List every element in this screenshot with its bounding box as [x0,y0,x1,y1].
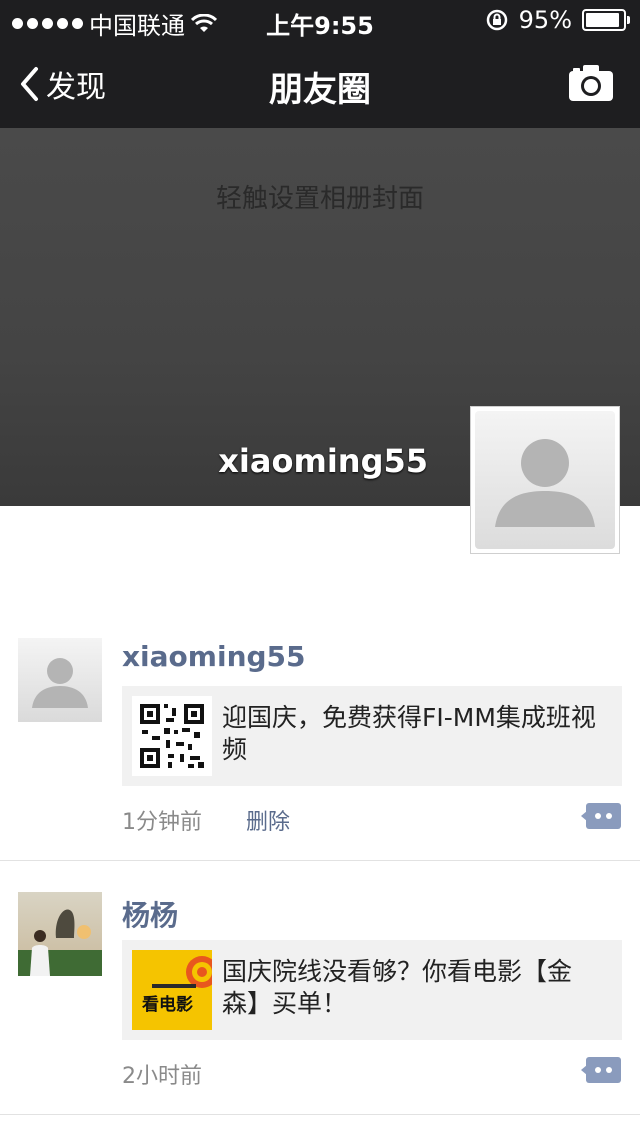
rotation-lock-icon [486,9,507,31]
movie-promo-thumbnail: 看电影 [132,950,212,1030]
post-time: 2小时前 [122,1064,202,1089]
shared-link-title: 迎国庆，免费获得FI-MM集成班视频 [222,703,596,764]
cover-hint: 轻触设置相册封面 [215,184,424,214]
shared-link-card[interactable]: 看电影 国庆院线没看够？你看电影【金森】买单！ [122,940,622,1040]
qr-code-thumbnail [132,696,212,776]
author-name[interactable]: xiaoming55 [122,640,306,673]
comment-icon[interactable] [580,802,622,830]
nav-bar: 发现 朋友圈 [0,40,640,128]
shared-link-title: 国庆院线没看够？你看电影【金森】买单！ [222,957,573,1018]
avatar[interactable] [18,892,102,976]
divider [0,860,640,861]
profile-username: xiaoming55 [218,442,428,480]
camera-icon[interactable] [568,64,614,102]
comment-icon[interactable] [580,1056,622,1084]
moment-item: 杨杨 看电影 国庆院线没看够？你看电影【金森】买单！ 2小时前 [0,890,640,1114]
battery-percent: 95% [518,6,572,34]
person-photo-icon [18,892,102,976]
avatar[interactable] [18,638,102,722]
divider [0,1114,640,1115]
author-name[interactable]: 杨杨 [122,894,178,934]
page-title: 朋友圈 [269,70,371,110]
default-avatar-icon [32,658,88,708]
delete-button[interactable]: 删除 [246,804,290,836]
thumbnail-caption: 看电影 [142,995,193,1015]
shared-link-card[interactable]: 迎国庆，免费获得FI-MM集成班视频 [122,686,622,786]
moment-item: xiaoming55 迎国庆，免费获得FI-MM集成班视频 1分钟前 删除 [0,636,640,860]
battery-icon [582,9,630,31]
default-avatar-icon [495,439,595,527]
status-bar: 中国联通 上午9:55 95% [0,0,640,40]
profile-avatar[interactable] [470,406,620,554]
post-time: 1分钟前 [122,810,202,835]
